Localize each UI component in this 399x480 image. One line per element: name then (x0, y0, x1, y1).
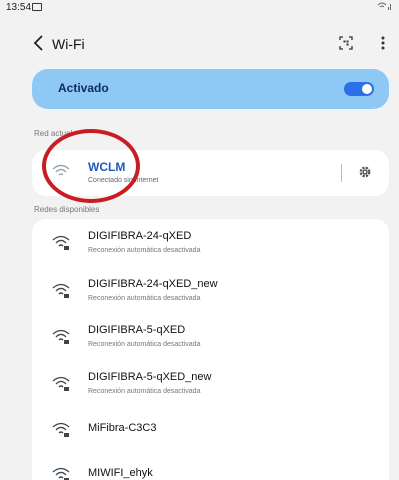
wifi-locked-icon (52, 329, 70, 344)
network-item[interactable]: DIGIFIBRA-5-qXED_new Reconexión automáti… (32, 364, 389, 408)
network-name: DIGIFIBRA-24-qXED_new (88, 278, 218, 290)
network-name: DIGIFIBRA-24-qXED (88, 230, 192, 242)
back-arrow-icon[interactable] (32, 34, 46, 52)
network-item[interactable]: MiFibra-C3C3 (32, 410, 389, 454)
qr-scan-icon[interactable] (339, 36, 353, 50)
network-item[interactable]: DIGIFIBRA-5-qXED Reconexión automática d… (32, 317, 389, 361)
wifi-locked-icon (52, 467, 70, 480)
wifi-toggle-switch[interactable] (344, 82, 374, 96)
gallery-notification-icon (32, 3, 42, 11)
wifi-toggle-label: Activado (58, 81, 109, 95)
status-time: 13:54 (6, 2, 32, 13)
wifi-locked-icon (52, 235, 70, 250)
network-status: Reconexión automática desactivada (88, 341, 201, 348)
network-item[interactable]: MIWIFI_ehyk (32, 455, 389, 480)
network-name: MiFibra-C3C3 (88, 422, 157, 434)
signal-icon (377, 1, 393, 13)
wifi-locked-icon (52, 376, 70, 391)
available-networks-list: DIGIFIBRA-24-qXED Reconexión automática … (32, 219, 389, 480)
wifi-locked-icon (52, 283, 70, 298)
divider (341, 164, 342, 182)
red-highlight-circle (42, 129, 140, 203)
network-name: DIGIFIBRA-5-qXED (88, 324, 186, 336)
page-title: Wi-Fi (52, 36, 85, 52)
network-status: Reconexión automática desactivada (88, 295, 201, 302)
network-item[interactable]: DIGIFIBRA-24-qXED Reconexión automática … (32, 223, 389, 267)
network-item[interactable]: DIGIFIBRA-24-qXED_new Reconexión automát… (32, 271, 389, 315)
wifi-locked-icon (52, 422, 70, 437)
app-bar: Wi-Fi (0, 26, 399, 60)
network-name: DIGIFIBRA-5-qXED_new (88, 371, 212, 383)
network-status: Reconexión automática desactivada (88, 247, 201, 254)
network-status: Reconexión automática desactivada (88, 388, 201, 395)
available-networks-header: Redes disponibles (34, 205, 100, 214)
gear-icon[interactable] (358, 165, 372, 179)
status-bar: 13:54 (0, 0, 399, 20)
switch-knob (362, 84, 372, 94)
network-name: MIWIFI_ehyk (88, 467, 153, 479)
more-options-icon[interactable] (380, 35, 386, 51)
wifi-toggle-row[interactable]: Activado (32, 69, 389, 109)
